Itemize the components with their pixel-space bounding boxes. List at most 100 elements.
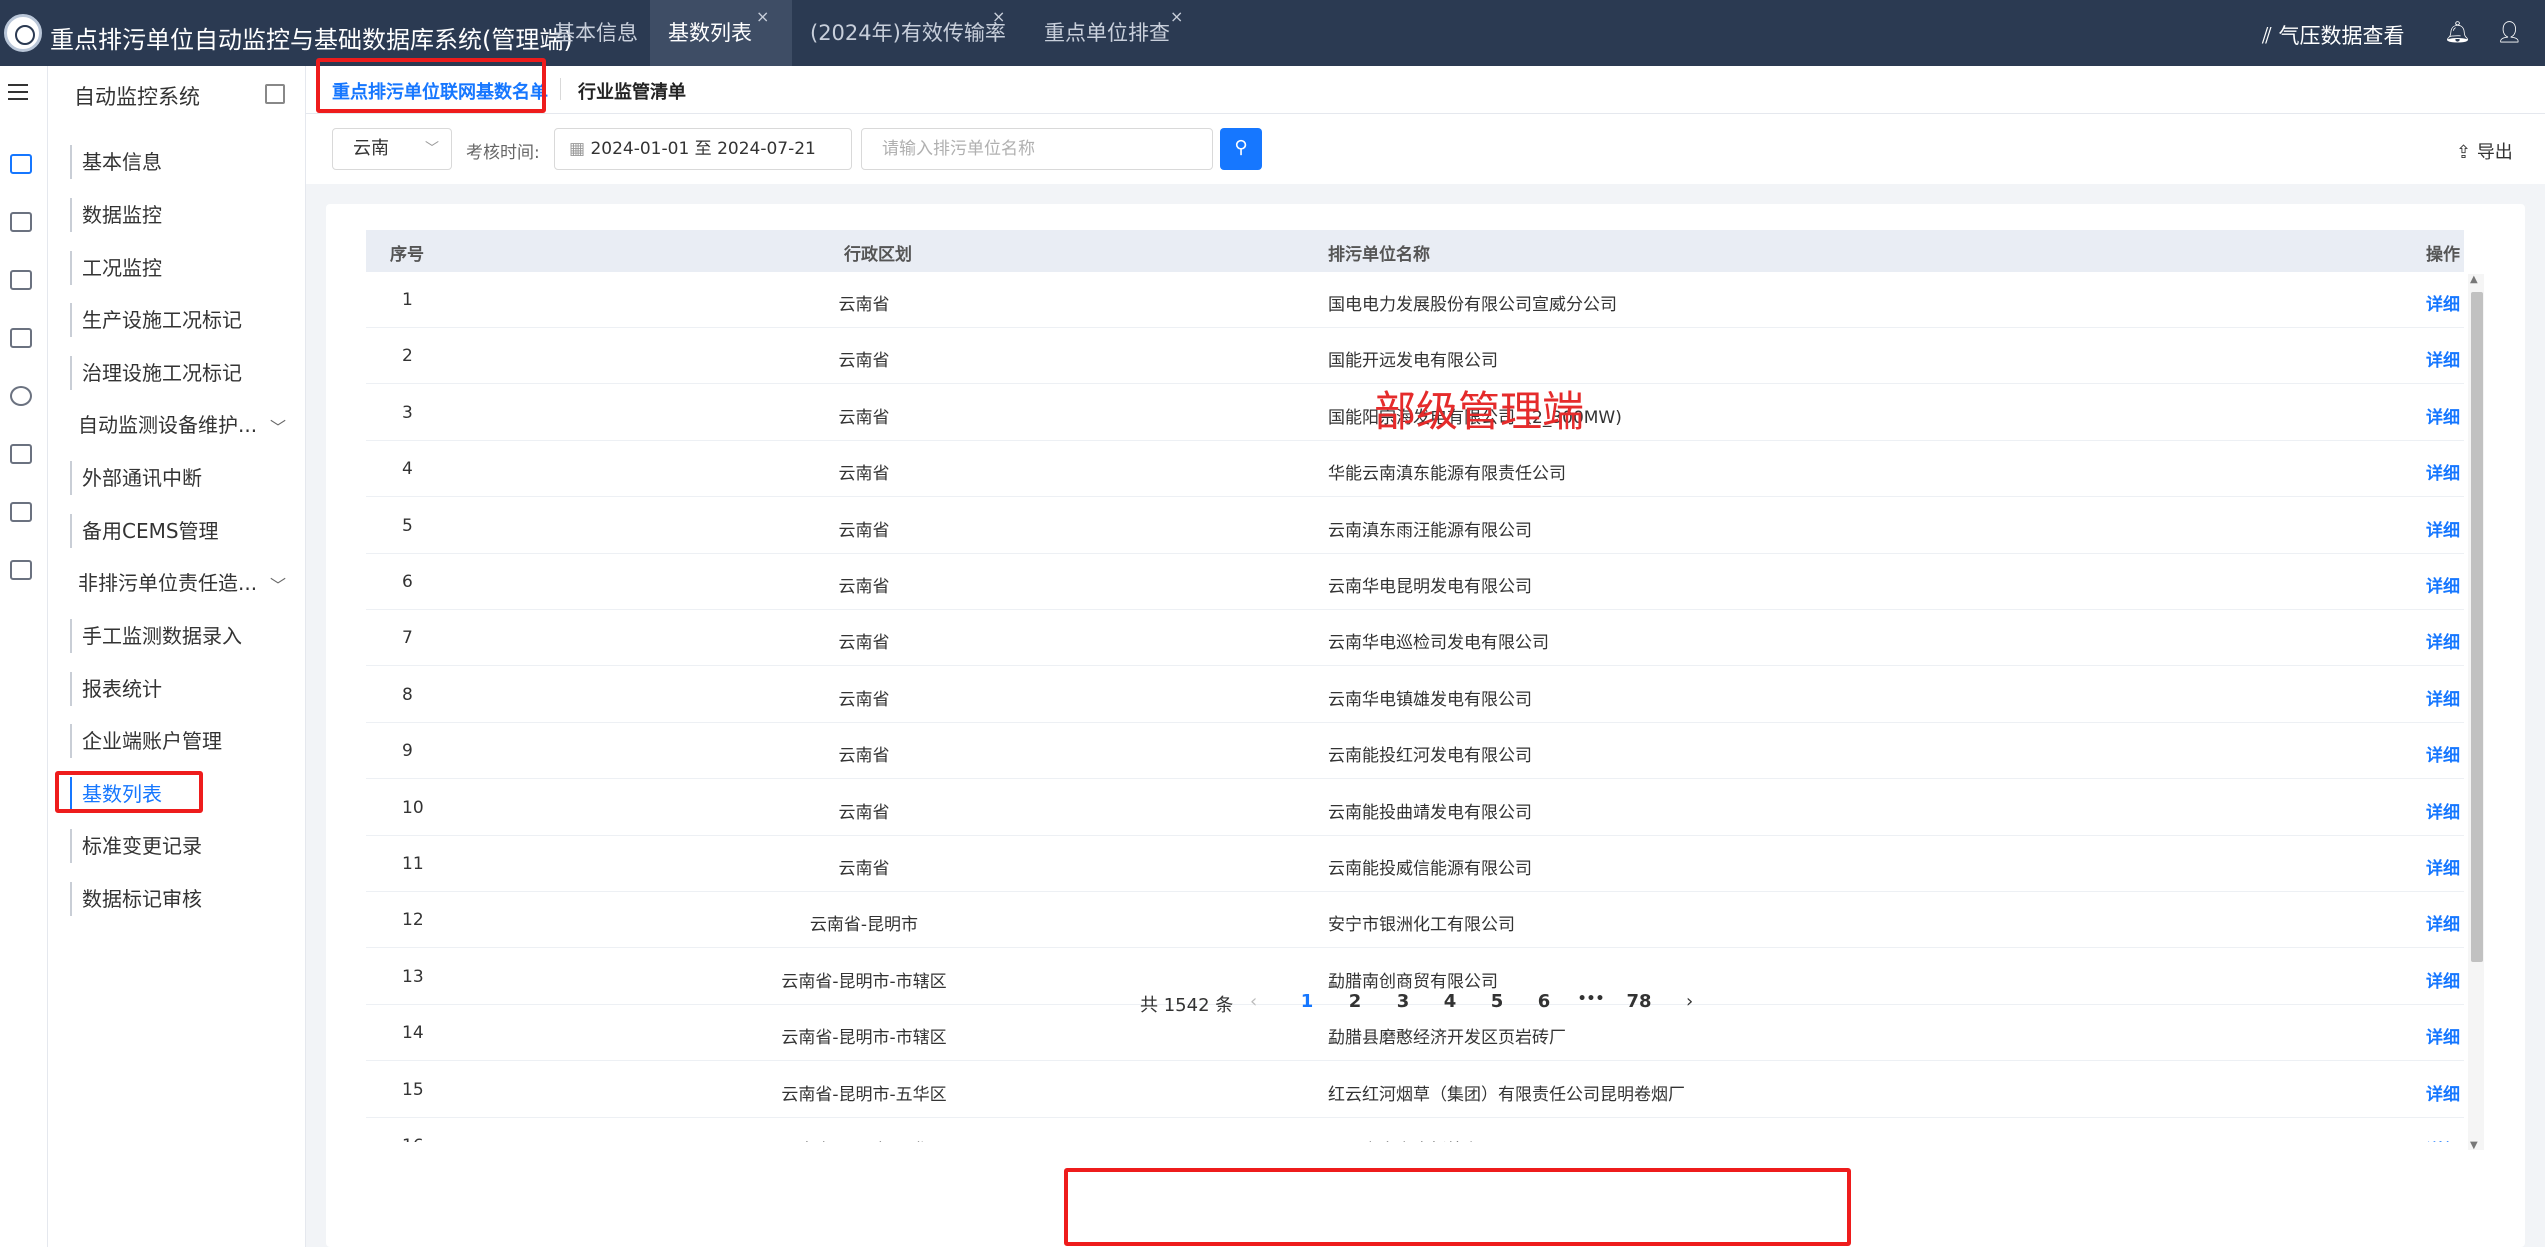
column-header-region: 行政区划 bbox=[844, 245, 912, 265]
cell-region: 云南省-昆明市-市辖区 bbox=[781, 1028, 947, 1049]
database-icon[interactable] bbox=[10, 444, 32, 464]
export-button[interactable]: ⇪ 导出 bbox=[2456, 138, 2513, 164]
bell-icon[interactable]: 🔔︎ bbox=[2444, 20, 2471, 45]
next-page-icon[interactable]: › bbox=[1686, 991, 1693, 1012]
page-2[interactable]: 2 bbox=[1340, 991, 1370, 1012]
chevron-down-icon[interactable]: ﹀ bbox=[270, 414, 286, 438]
detail-link[interactable]: 详细 bbox=[2426, 346, 2460, 371]
sidebar-item-enterprise-accounts[interactable]: 企业端账户管理 bbox=[70, 724, 222, 758]
scroll-up-icon[interactable]: ▲ bbox=[2470, 274, 2478, 285]
filter-bar: 云南 ﹀ 考核时间: ▦ 2024-01-01 至 2024-07-21 ⚲ ⇪… bbox=[306, 114, 2545, 184]
detail-link[interactable]: 详细 bbox=[2426, 1023, 2460, 1048]
sidebar-item-treatment-mark[interactable]: 治理设施工况标记 bbox=[70, 356, 242, 390]
pressure-data-link[interactable]: ⫽ 气压数据查看 bbox=[2262, 20, 2405, 50]
table-row: 9 云南省 云南能投红河发电有限公司 详细 bbox=[366, 723, 2464, 780]
detail-link[interactable]: 详细 bbox=[2426, 290, 2460, 315]
detail-link[interactable]: 详细 bbox=[2426, 741, 2460, 766]
detail-link[interactable]: 详细 bbox=[2426, 967, 2460, 992]
sidebar-item-manual-entry[interactable]: 手工监测数据录入 bbox=[70, 619, 242, 653]
detail-link[interactable]: 详细 bbox=[2426, 910, 2460, 935]
cell-region: 云南省 bbox=[838, 859, 890, 879]
page-3[interactable]: 3 bbox=[1388, 991, 1418, 1012]
cell-region: 云南省-昆明市-市辖区 bbox=[781, 971, 947, 992]
tab-transmission-rate[interactable]: (2024年)有效传输率 × bbox=[792, 0, 1014, 66]
statistics-icon[interactable] bbox=[10, 560, 32, 580]
bar-chart-icon[interactable] bbox=[10, 212, 32, 232]
chevron-down-icon[interactable]: ﹀ bbox=[270, 572, 286, 596]
detail-link[interactable]: 详细 bbox=[2426, 798, 2460, 823]
detail-link[interactable]: 详细 bbox=[2426, 685, 2460, 710]
detail-link[interactable]: 详细 bbox=[2426, 1080, 2460, 1105]
table-row: 14 云南省-昆明市-市辖区 勐腊县磨憨经济开发区页岩砖厂 详细 bbox=[366, 1005, 2464, 1062]
province-select[interactable]: 云南 ﹀ bbox=[332, 128, 452, 170]
cell-no: 11 bbox=[402, 854, 424, 874]
scrollbar-thumb[interactable] bbox=[2471, 292, 2483, 962]
sidebar-item-production-mark[interactable]: 生产设施工况标记 bbox=[70, 303, 242, 337]
cell-unit-name: 安宁市银洲化工有限公司 bbox=[1328, 915, 1515, 936]
table-row: 15 云南省-昆明市-五华区 红云红河烟草（集团）有限责任公司昆明卷烟厂 详细 bbox=[366, 1062, 2464, 1118]
detail-link[interactable]: 详细 bbox=[2426, 516, 2460, 541]
sidebar-item-data-mark-review[interactable]: 数据标记审核 bbox=[70, 882, 202, 916]
cell-unit-name: 昆明方大春鹰板簧有限公司 bbox=[1328, 1136, 1532, 1142]
sidebar-item-backup-cems[interactable]: 备用CEMS管理 bbox=[70, 514, 219, 548]
user-icon[interactable]: 👤︎ bbox=[2496, 20, 2523, 45]
sidebar: 自动监控系统 基本信息 数据监控 工况监控 生产设施工况标记 治理设施工况标记 … bbox=[48, 66, 306, 1247]
cell-no: 1 bbox=[402, 290, 413, 310]
prev-page-icon[interactable]: ‹ bbox=[1250, 991, 1257, 1012]
cell-unit-name: 云南华电昆明发电有限公司 bbox=[1328, 577, 1532, 597]
table-row: 8 云南省 云南华电镇雄发电有限公司 详细 bbox=[366, 667, 2464, 723]
server-icon[interactable] bbox=[10, 502, 32, 522]
detail-link[interactable]: 详细 bbox=[2426, 628, 2460, 653]
page-4[interactable]: 4 bbox=[1435, 991, 1465, 1012]
detail-link[interactable]: 详细 bbox=[2426, 854, 2460, 879]
column-header-no: 序号 bbox=[390, 245, 424, 265]
report-search-icon[interactable] bbox=[10, 328, 32, 348]
page-78[interactable]: 78 bbox=[1624, 991, 1654, 1012]
search-button[interactable]: ⚲ bbox=[1220, 128, 1262, 170]
page-6[interactable]: 6 bbox=[1529, 991, 1559, 1012]
detail-link[interactable]: 详细 bbox=[2426, 1136, 2460, 1142]
monitor-chart-icon[interactable] bbox=[10, 154, 32, 174]
date-range-picker[interactable]: ▦ 2024-01-01 至 2024-07-21 bbox=[554, 128, 852, 170]
page-ellipsis[interactable]: ••• bbox=[1576, 991, 1606, 1007]
sidebar-item-comm-interrupt[interactable]: 外部通讯中断 bbox=[70, 461, 202, 495]
menu-icon[interactable] bbox=[8, 84, 28, 100]
top-bar: 重点排污单位自动监控与基础数据库系统(管理端) 基本信息 基数列表 × (202… bbox=[0, 0, 2545, 66]
sidebar-item-basic-info[interactable]: 基本信息 bbox=[70, 145, 162, 179]
logo-icon bbox=[4, 14, 42, 52]
unit-name-search-input[interactable] bbox=[861, 128, 1213, 170]
overlay-annotation: 部级管理端 bbox=[1374, 387, 1585, 436]
tab-basic-info[interactable]: 基本信息 bbox=[536, 0, 656, 66]
page-1[interactable]: 1 bbox=[1292, 991, 1322, 1012]
detail-link[interactable]: 详细 bbox=[2426, 459, 2460, 484]
cell-region: 云南省 bbox=[838, 577, 890, 597]
collapse-icon[interactable] bbox=[265, 84, 285, 104]
sidebar-item-data-monitor[interactable]: 数据监控 bbox=[70, 198, 162, 232]
cell-region: 云南省 bbox=[838, 464, 890, 485]
subtab-industry-supervision[interactable]: 行业监管清单 bbox=[578, 78, 686, 104]
cell-region: 云南省-昆明市-五华区 bbox=[604, 1136, 1124, 1142]
close-icon[interactable]: × bbox=[992, 0, 1005, 50]
settings-search-icon[interactable] bbox=[10, 386, 32, 406]
sidebar-item-non-polluter-responsibility[interactable]: 非排污单位责任造... bbox=[70, 566, 257, 600]
cell-no: 8 bbox=[402, 684, 413, 705]
sidebar-item-report-stats[interactable]: 报表统计 bbox=[70, 672, 162, 706]
detail-link[interactable]: 详细 bbox=[2426, 403, 2460, 428]
cell-no: 12 bbox=[402, 910, 424, 931]
close-icon[interactable]: × bbox=[756, 0, 769, 50]
table-card: 序号 行政区划 排污单位名称 操作 1 云南省 国电电力发展股份有限公司宣威分公司详… bbox=[326, 204, 2525, 1247]
sidebar-item-condition-monitor[interactable]: 工况监控 bbox=[70, 251, 162, 285]
sidebar-item-equipment-maintenance[interactable]: 自动监测设备维护... bbox=[70, 408, 257, 442]
detail-link[interactable]: 详细 bbox=[2426, 572, 2460, 597]
tab-base-list[interactable]: 基数列表 × bbox=[650, 0, 792, 66]
cell-region: 云南省-昆明市 bbox=[809, 915, 919, 936]
page-5[interactable]: 5 bbox=[1482, 991, 1512, 1012]
document-search-icon[interactable] bbox=[10, 270, 32, 290]
sidebar-item-standard-changes[interactable]: 标准变更记录 bbox=[70, 829, 202, 863]
table-row: 5 云南省 云南滇东雨汪能源有限公司 详细 bbox=[366, 498, 2464, 554]
close-icon[interactable]: × bbox=[1170, 0, 1183, 50]
tab-key-unit-check[interactable]: 重点单位排查 × bbox=[1028, 0, 1198, 66]
scroll-down-icon[interactable]: ▼ bbox=[2470, 1140, 2478, 1151]
period-label: 考核时间: bbox=[466, 143, 540, 163]
cell-unit-name: 华能云南滇东能源有限责任公司 bbox=[1328, 464, 1566, 485]
